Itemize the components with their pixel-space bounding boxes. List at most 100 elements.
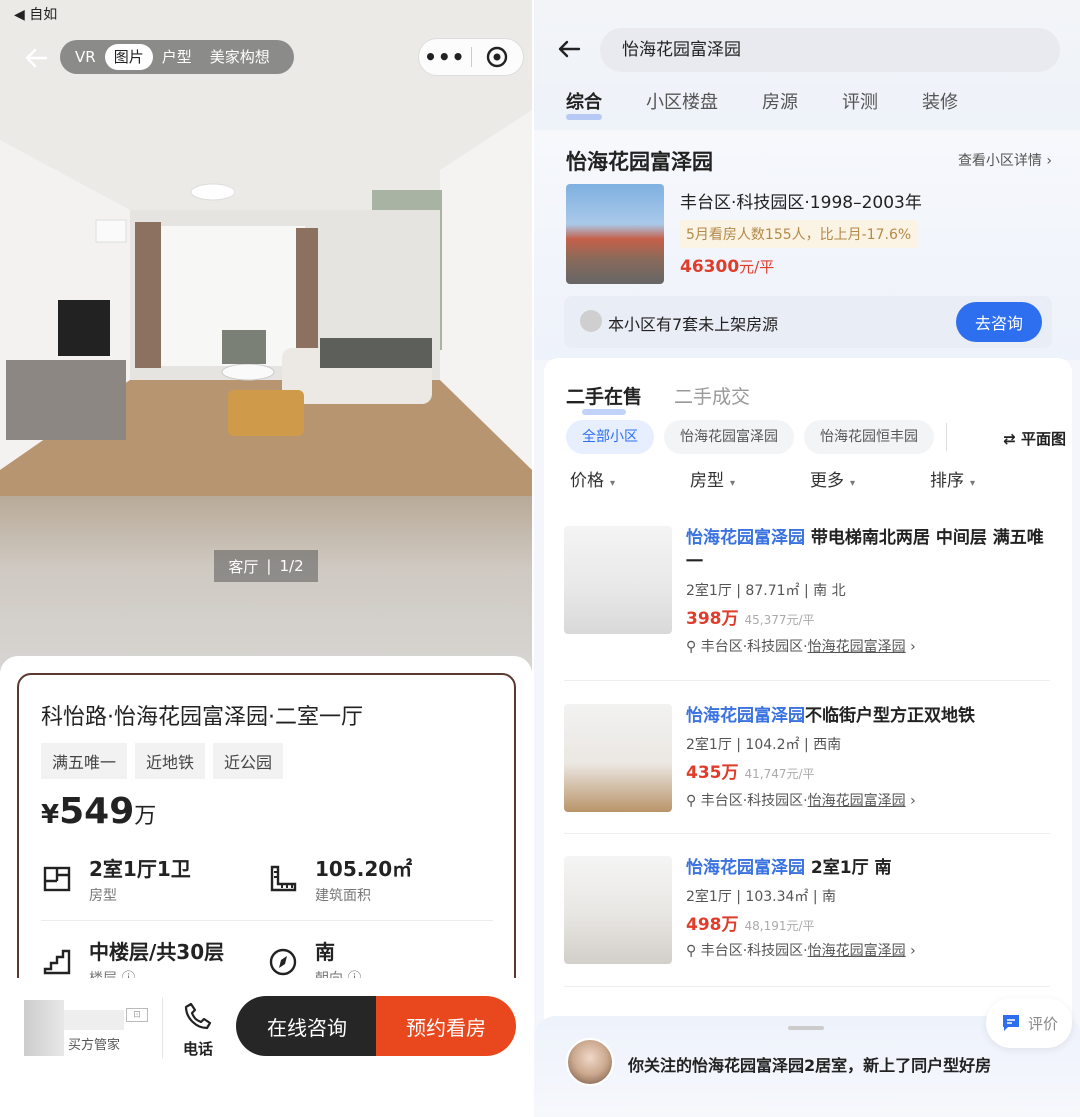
community-photo[interactable] [566,184,664,284]
drag-handle[interactable] [788,1026,824,1030]
search-input[interactable]: 怡海花园富泽园 [600,28,1060,72]
chip-community[interactable]: 怡海花园富泽园 [664,420,794,454]
back-arrow-icon[interactable] [22,44,50,72]
title-highlight: 怡海花园富泽园 [686,706,805,726]
tab-communities[interactable]: 小区楼盘 [646,88,718,114]
back-arrow-icon[interactable] [556,36,582,62]
ruler-icon [270,865,297,892]
community-filter-chips: 全部小区 怡海花园富泽园 怡海花园恒丰园 [566,420,947,454]
listing-tags: 满五唯一 近地铁 近公园 [41,743,492,779]
phone-label: 电话 [182,1040,213,1058]
miniapp-capsule: ••• [418,38,524,76]
tab-design-ideas[interactable]: 美家构想 [201,44,279,70]
tab-sold[interactable]: 二手成交 [674,382,750,409]
listing-price: 498万 48,191元/平 [686,910,815,935]
online-consult-button[interactable]: 在线咨询 [236,996,378,1056]
chip-community[interactable]: 怡海花园恒丰园 [804,420,934,454]
price-unit: 万 [134,804,157,829]
location-prefix: 丰台区·科技园区· [700,943,808,959]
comment-icon [1002,1015,1019,1031]
book-viewing-button[interactable]: 预约看房 [376,996,516,1056]
chip-all-communities[interactable]: 全部小区 [566,420,654,454]
listing-item[interactable]: 怡海花园富泽园不临街户型方正双地铁 2室1厅 | 104.2㎡ | 西南 435… [564,704,1050,844]
title-rest: 不临街户型方正双地铁 [805,706,975,726]
listing-item[interactable]: 怡海花园富泽园 带电梯南北两居 中间层 满五唯一 2室1厅 | 87.71㎡ |… [564,526,1050,666]
avg-price-unit: 元/平 [739,258,775,276]
floorplan-icon [43,866,71,892]
recommendation-text: 你关注的怡海花园富泽园2居室，新上了同户型好房 [628,1056,992,1075]
sale-tabs: 二手在售 二手成交 [566,382,750,415]
compass-icon [269,948,297,976]
location-prefix: 丰台区·科技园区· [700,793,808,809]
location-pin-icon: ⚲ [686,639,701,655]
community-detail-link[interactable]: 查看小区详情 › [958,150,1052,170]
tab-floorplan[interactable]: 户型 [153,44,201,70]
chevron-down-icon: ▾ [610,478,616,489]
listing-location: ⚲ 丰台区·科技园区·怡海花园富泽园 › [686,790,916,810]
feedback-button[interactable]: 评价 [986,998,1072,1048]
close-target-icon[interactable] [471,45,523,69]
filter-layout[interactable]: 房型 ▾ [664,466,784,491]
result-tabs: 综合 小区楼盘 房源 评测 装修 [566,88,958,120]
item-divider [564,833,1050,834]
listing-title: 怡海花园富泽园不临街户型方正双地铁 [686,704,1050,728]
community-name: 怡海花园富泽园 [566,150,713,174]
community-avg-price: 46300元/平 [680,256,774,277]
floorplan-toggle[interactable]: ⇄ 平面图 [1003,428,1066,449]
listing-facts: 2室1厅1卫房型 105.20㎡建筑面积 中楼层/共30层楼层 ⓘ 南朝向 ⓘ [41,846,493,995]
listing-price: 398万 45,377元/平 [686,604,815,629]
listing-info-card: 科怡路·怡海花园富泽园·二室一厅 满五唯一 近地铁 近公园 ¥549万 2室1厅… [17,673,516,1003]
community-viewing-stat: 5月看房人数155人，比上月-17.6% [680,220,918,248]
tab-reviews[interactable]: 评测 [842,88,878,114]
status-back-label[interactable]: ◀ 自如 [14,4,57,24]
total-price: 435万 [686,763,739,783]
location-community-link[interactable]: 怡海花园富泽园 [808,793,906,809]
phone-icon [184,1002,212,1030]
fact-layout: 2室1厅1卫 房型 [41,846,267,912]
tab-overview[interactable]: 综合 [566,88,602,120]
facts-divider [41,920,493,921]
photo-blur-backdrop [0,496,532,676]
avatar-blur [24,1000,64,1056]
community-meta: 丰台区·科技园区·1998–2003年 [680,193,922,213]
filter-label: 房型 [690,471,724,491]
tab-photos[interactable]: 图片 [104,44,153,70]
listing-thumbnail [564,704,672,812]
item-divider [564,680,1050,681]
listing-thumbnail [564,856,672,964]
tab-listings[interactable]: 房源 [762,88,798,114]
unlisted-homes-row: 本小区有7套未上架房源 去咨询 [564,296,1052,348]
tab-renovation[interactable]: 装修 [922,88,958,114]
assistant-avatar [566,1038,614,1086]
filter-label: 更多 [810,471,844,491]
location-community-link[interactable]: 怡海花园富泽园 [808,639,906,655]
ask-button[interactable]: 去咨询 [956,302,1042,342]
listing-title: 科怡路·怡海花园富泽园·二室一厅 [41,705,363,730]
price-currency: ¥ [41,800,60,830]
location-prefix: 丰台区·科技园区· [700,639,808,655]
fact-area: 105.20㎡ 建筑面积 [267,846,493,912]
filter-bar: 价格 ▾ 房型 ▾ 更多 ▾ 排序 ▾ [544,466,1072,491]
unlisted-homes-text: 本小区有7套未上架房源 [608,315,779,334]
listing-title: 怡海花园富泽园 带电梯南北两居 中间层 满五唯一 [686,526,1050,574]
photo-counter: 客厅 | 1/2 [214,550,318,582]
filter-price[interactable]: 价格 ▾ [544,466,664,491]
location-pin-icon: ⚲ [686,793,701,809]
location-pin-icon: ⚲ [686,943,701,959]
tab-vr[interactable]: VR [66,44,105,70]
listing-spec: 2室1厅 | 103.34㎡ | 南 [686,889,837,905]
location-community-link[interactable]: 怡海花园富泽园 [808,943,906,959]
listing-item[interactable]: 怡海花园富泽园 2室1厅 南 2室1厅 | 103.34㎡ | 南 498万 48… [564,856,1050,996]
tab-for-sale[interactable]: 二手在售 [566,382,642,415]
chevron-right-icon: › [905,639,916,655]
chevron-right-icon: › [905,943,916,959]
item-divider [564,986,1050,987]
more-dots-icon[interactable]: ••• [419,45,471,69]
filter-sort[interactable]: 排序 ▾ [904,466,1024,491]
listing-tag: 近公园 [213,743,284,779]
filter-label: 排序 [930,471,964,491]
filter-more[interactable]: 更多 ▾ [784,466,904,491]
title-rest: 2室1厅 南 [805,858,892,878]
phone-button[interactable]: 电话 [176,1000,220,1059]
listing-price: 435万 41,747元/平 [686,758,815,783]
